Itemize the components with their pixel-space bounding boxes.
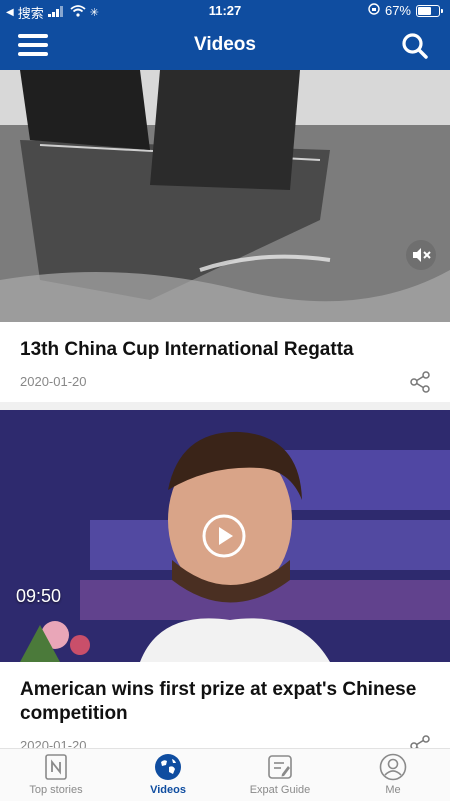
share-icon bbox=[410, 735, 430, 748]
mute-button[interactable] bbox=[406, 240, 436, 270]
video-duration: 09:50 bbox=[16, 586, 62, 606]
nav-bar: Videos bbox=[0, 22, 450, 70]
tab-label: Expat Guide bbox=[249, 784, 311, 796]
tab-top-stories[interactable]: Top stories bbox=[1, 753, 111, 796]
search-button[interactable] bbox=[400, 31, 430, 61]
status-right: 67% bbox=[368, 3, 443, 18]
battery-percent: 67% bbox=[384, 3, 411, 18]
video-thumbnail[interactable] bbox=[0, 70, 450, 322]
tab-label: Me bbox=[385, 784, 401, 796]
video-card[interactable]: 13th China Cup International Regatta 202… bbox=[0, 70, 450, 402]
guide-icon bbox=[268, 755, 292, 779]
battery-icon bbox=[416, 4, 443, 17]
video-title[interactable]: American wins first prize at expat's Chi… bbox=[0, 662, 450, 726]
battery-fill bbox=[418, 6, 432, 15]
share-icon bbox=[410, 371, 430, 393]
globe-icon bbox=[155, 754, 181, 780]
newspaper-icon bbox=[45, 754, 67, 780]
card-meta: 2020-01-20 bbox=[0, 726, 450, 748]
video-feed[interactable]: 13th China Cup International Regatta 202… bbox=[0, 70, 450, 748]
search-icon bbox=[402, 33, 428, 59]
tab-label: Top stories bbox=[29, 784, 83, 796]
video-date: 2020-01-20 bbox=[20, 374, 87, 389]
sailboat-image bbox=[0, 70, 450, 322]
video-title[interactable]: 13th China Cup International Regatta bbox=[0, 322, 450, 362]
video-card[interactable]: 09:50 American wins first prize at expat… bbox=[0, 410, 450, 748]
bottom-tab-bar: Top stories Videos Expat Guide Me bbox=[0, 748, 450, 801]
tab-label: Videos bbox=[150, 784, 186, 796]
video-thumbnail[interactable]: 09:50 bbox=[0, 410, 450, 662]
tab-me[interactable]: Me bbox=[338, 753, 448, 796]
video-date: 2020-01-20 bbox=[20, 738, 87, 748]
share-button[interactable] bbox=[408, 370, 432, 394]
orientation-lock-icon bbox=[368, 3, 380, 18]
share-button[interactable] bbox=[408, 734, 432, 748]
status-bar: ◀ 搜索 ✳ 11:27 67% bbox=[0, 0, 450, 22]
tab-expat-guide[interactable]: Expat Guide bbox=[225, 753, 335, 796]
user-icon bbox=[379, 753, 407, 781]
play-icon bbox=[202, 514, 246, 558]
tab-videos[interactable]: Videos bbox=[113, 753, 223, 796]
speaker-muted-icon bbox=[413, 248, 431, 262]
card-divider bbox=[0, 402, 450, 410]
play-button[interactable] bbox=[202, 514, 246, 558]
page-title: Videos bbox=[194, 34, 256, 55]
card-meta: 2020-01-20 bbox=[0, 362, 450, 402]
